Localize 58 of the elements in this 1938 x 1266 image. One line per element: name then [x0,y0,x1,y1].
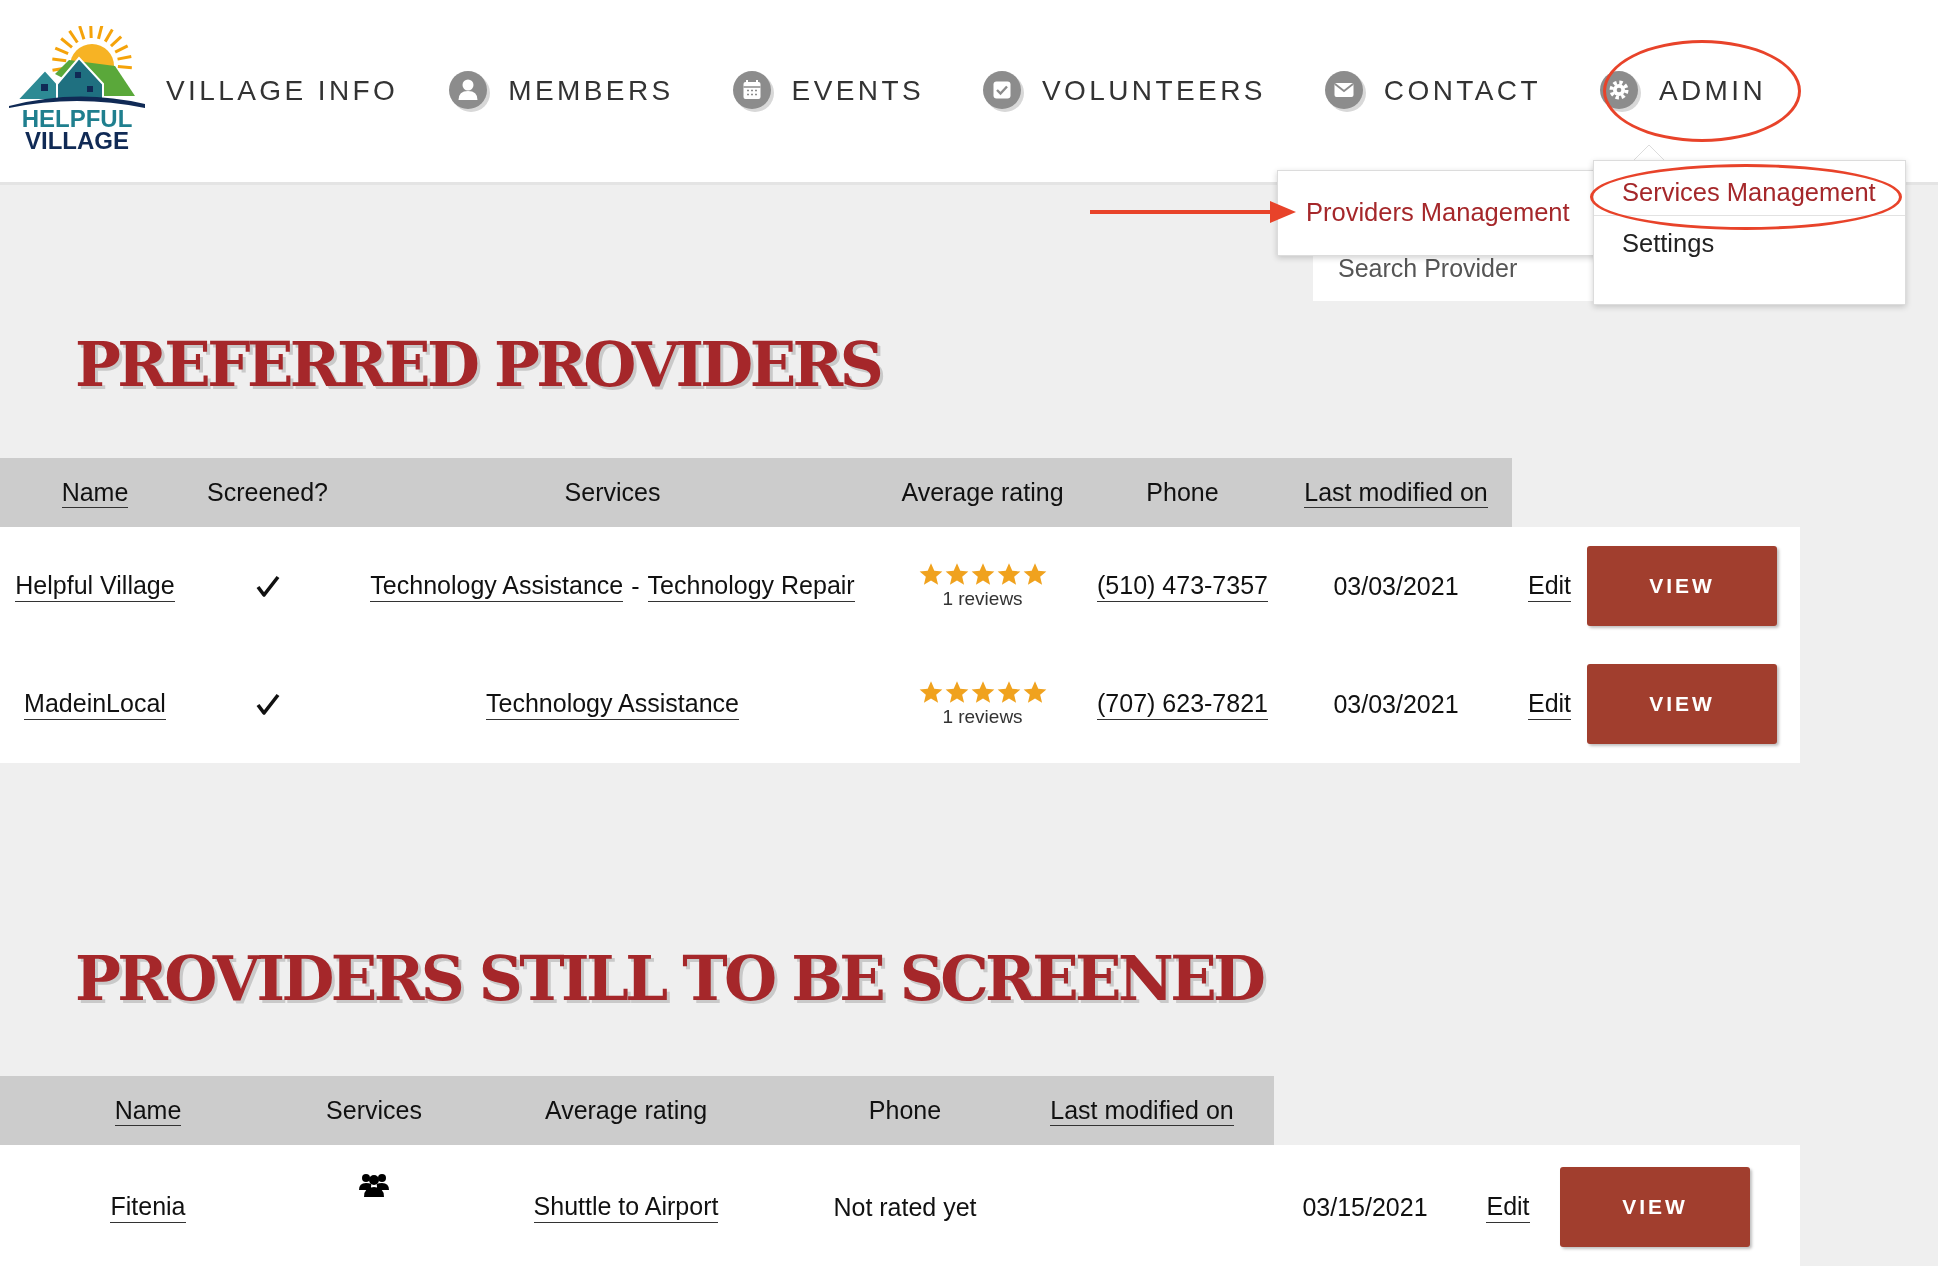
column-header: Services [326,1096,422,1124]
star-icon [969,562,996,586]
nav-link[interactable]: ADMIN [1598,66,1767,116]
nav-link[interactable]: EVENTS [731,66,924,116]
view-button[interactable]: VIEW [1560,1167,1750,1247]
logo-text: HELPFUL [21,108,133,130]
service-link[interactable]: Technology Assistance [370,570,624,602]
star-icon [1021,680,1048,704]
star-icon [995,562,1022,586]
sort-link[interactable]: Name [61,478,129,508]
nav-link[interactable]: VOLUNTEERS [982,66,1266,116]
view-button[interactable]: VIEW [1587,664,1777,744]
review-count: 1 reviews [942,588,1023,610]
nav-link[interactable]: CONTACT [1323,66,1541,116]
sort-link[interactable]: Last modified on [1050,1096,1234,1126]
star-icon [943,562,970,586]
phone-link[interactable]: (510) 473-7357 [1097,570,1268,602]
date-text: 03/03/2021 [1333,689,1459,719]
date-text: 03/15/2021 [1302,1192,1428,1222]
people-icon [358,1171,390,1197]
houses-sun-icon [7,26,147,108]
service-link[interactable]: Shuttle to Airport [533,1191,719,1223]
separator-text: - [631,571,640,601]
logo[interactable]: HELPFUL VILLAGE [6,26,148,152]
date-text: 03/03/2021 [1333,571,1459,601]
provider-link[interactable]: Fitenia [110,1191,186,1223]
nav-link[interactable]: MEMBERS [448,66,674,116]
star-icon [969,680,996,704]
star-icon [995,680,1022,704]
view-button[interactable]: VIEW [1587,546,1777,626]
column-header: Services [564,478,661,506]
section-title: PREFERRED PROVIDERS [75,328,881,402]
star-icon [917,680,944,704]
column-header: Phone [868,1096,942,1124]
edit-link[interactable]: Edit [1486,1191,1530,1223]
column-header: Average rating [901,478,1064,506]
logo-text: VILLAGE [25,130,129,152]
column-header: Phone [1146,478,1219,506]
sort-link[interactable]: Last modified on [1304,478,1488,508]
star-icon [1021,562,1048,586]
rating-text: Not rated yet [833,1192,977,1222]
service-link[interactable]: Technology Repair [647,570,855,602]
review-count: 1 reviews [942,706,1023,728]
column-header: Average rating [544,1096,708,1124]
provider-link[interactable]: Helpful Village [15,570,175,602]
edit-link[interactable]: Edit [1527,570,1572,602]
provider-link[interactable]: MadeinLocal [24,688,166,720]
section-title: PROVIDERS STILL TO BE SCREENED [75,942,1263,1016]
star-icon [943,680,970,704]
phone-link[interactable]: (707) 623-7821 [1097,688,1268,720]
service-link[interactable]: Technology Assistance [486,688,739,720]
menu-item[interactable]: Services Management [1594,169,1905,215]
menu-item[interactable]: Settings [1594,215,1905,270]
edit-link[interactable]: Edit [1527,688,1572,720]
star-icon [917,562,944,586]
column-header: Screened? [207,478,328,506]
nav-link[interactable]: VILLAGE INFO [166,71,399,111]
sort-link[interactable]: Name [114,1096,182,1126]
